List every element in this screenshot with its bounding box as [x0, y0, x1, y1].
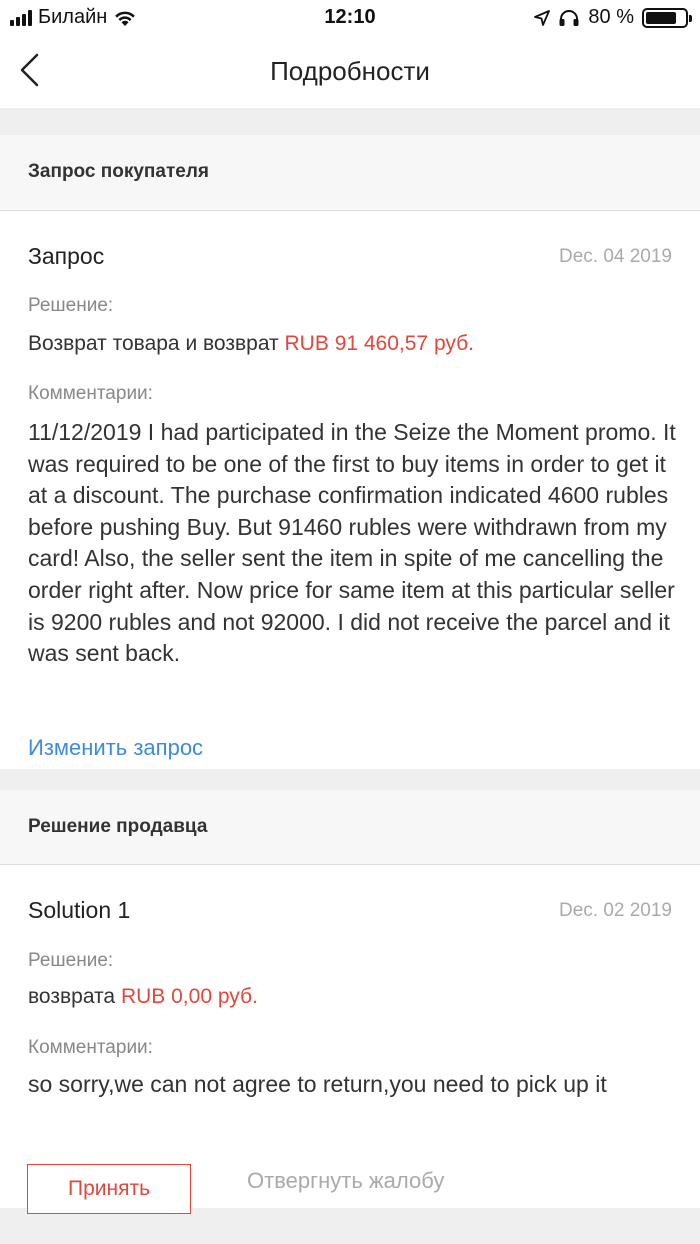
section-gap: [0, 769, 700, 790]
buyer-request-card: Запрос Dec. 04 2019 Решение: Возврат тов…: [0, 211, 700, 769]
request-title: Запрос: [28, 243, 105, 269]
decision-amount: RUB 0,00 руб.: [120, 985, 258, 1008]
status-bar: Билайн 12:10 80 %: [0, 0, 700, 36]
status-right: 80 %: [534, 6, 692, 29]
headphones-icon: [559, 9, 579, 26]
comments-label: Комментарии:: [28, 1037, 153, 1058]
decision-text: возврата: [28, 985, 116, 1008]
decision-label: Решение:: [28, 950, 114, 971]
seller-solution-card: Solution 1 Dec. 02 2019 Решение: возврат…: [0, 865, 700, 1208]
decision-value: возврата RUB 0,00 руб.: [28, 985, 258, 1009]
solution-title: Solution 1: [28, 897, 131, 923]
reject-complaint-button[interactable]: Отвергнуть жалобу: [247, 1168, 444, 1194]
battery-icon: [642, 7, 692, 28]
comments-label: Комментарии:: [28, 383, 153, 404]
decision-label: Решение:: [28, 295, 114, 316]
location-arrow-icon: [534, 9, 551, 26]
section-header-buyer: Запрос покупателя: [0, 135, 700, 211]
section-gap: [0, 108, 700, 135]
request-date: Dec. 04 2019: [558, 246, 672, 267]
page-title: Подробности: [270, 56, 430, 86]
decision-amount: RUB 91 460,57 руб.: [284, 332, 474, 355]
edit-request-link[interactable]: Изменить запрос: [28, 735, 203, 761]
accept-button[interactable]: Принять: [27, 1164, 191, 1214]
battery-level: [646, 11, 677, 24]
decision-text: Возврат товара и возврат: [28, 332, 279, 355]
seller-comment: so sorry,we can not agree to return,you …: [28, 1071, 607, 1097]
section-header-seller: Решение продавца: [0, 790, 700, 865]
decision-value: Возврат товара и возврат RUB 91 460,57 р…: [28, 332, 474, 356]
solution-date: Dec. 02 2019: [558, 900, 672, 921]
buyer-comment: 11/12/2019 I had participated in the Sei…: [28, 419, 676, 667]
nav-bar: Подробности: [0, 36, 700, 108]
battery-percent: 80 %: [588, 6, 634, 28]
